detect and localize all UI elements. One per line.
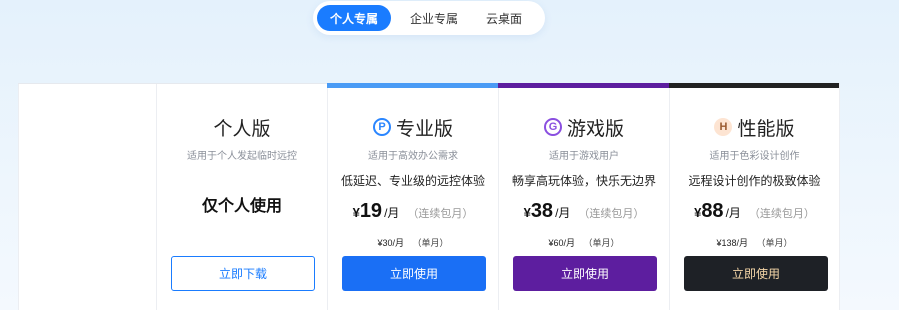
price-value: 88 <box>701 200 724 222</box>
single-month-price: ¥60/月 （单月） <box>548 236 619 249</box>
single-price: ¥138/月 <box>716 238 748 248</box>
plan-title: G 游戏版 <box>543 114 624 140</box>
price-currency: ¥ <box>694 205 702 220</box>
single-price: ¥30/月 <box>377 238 404 248</box>
buy-performance-button[interactable]: 立即使用 <box>684 256 828 291</box>
pro-badge-icon: P <box>372 118 391 136</box>
plan-subtitle: 适用于个人发起临时远控 <box>187 151 297 162</box>
single-note: （单月） <box>756 238 793 248</box>
plan-description: 低延迟、专业级的远控体验 <box>340 174 485 188</box>
plan-accent-bar <box>669 83 839 88</box>
price-currency: ¥ <box>352 205 360 220</box>
plan-usage-note: 仅个人使用 <box>201 198 282 215</box>
single-note: （单月） <box>583 238 620 248</box>
price-row: ¥ 38 /月 （连续包月） <box>524 200 645 226</box>
download-button[interactable]: 立即下载 <box>171 256 315 291</box>
price-value: 19 <box>359 200 383 222</box>
plan-title: 个人版 <box>213 114 270 140</box>
price-note: （连续包月） <box>578 208 645 220</box>
price-unit: /月 <box>725 206 741 220</box>
edition-tab-switcher: 个人专属 企业专属 云桌面 <box>313 1 545 35</box>
game-badge-icon: G <box>543 118 562 136</box>
plan-description: 远程设计创作的极致体验 <box>688 174 821 188</box>
plan-title-text: 游戏版 <box>566 118 624 140</box>
price-row: ¥ 19 /月 （连续包月） <box>353 200 474 226</box>
buy-pro-button[interactable]: 立即使用 <box>342 256 486 291</box>
plan-subtitle: 适用于游戏用户 <box>549 151 619 162</box>
plan-title-text: 个人版 <box>213 118 271 140</box>
single-price: ¥60/月 <box>548 238 575 248</box>
plan-subtitle: 适用于高效办公需求 <box>368 151 458 162</box>
performance-badge-icon: H <box>714 118 733 136</box>
plan-title-text: 性能版 <box>737 118 795 140</box>
plan-card-game: G 游戏版 适用于游戏用户 畅享高玩体验，快乐无边界 ¥ 38 /月 （连续包月… <box>498 83 669 310</box>
plan-subtitle: 适用于色彩设计创作 <box>709 151 800 162</box>
price-unit: /月 <box>555 206 571 220</box>
plan-title-text: 专业版 <box>395 118 453 140</box>
tab-enterprise[interactable]: 企业专属 <box>397 5 471 31</box>
single-month-price: ¥30/月 （单月） <box>377 236 448 249</box>
feature-label-column <box>18 84 156 310</box>
plan-card-personal: 个人版 适用于个人发起临时远控 仅个人使用 立即下载 <box>156 84 327 310</box>
pricing-table: 个人版 适用于个人发起临时远控 仅个人使用 立即下载 P 专业版 适用于高效办公… <box>18 83 840 310</box>
buy-game-button[interactable]: 立即使用 <box>513 256 657 291</box>
price-value: 38 <box>530 200 554 222</box>
tab-personal[interactable]: 个人专属 <box>317 5 391 31</box>
price-note: （连续包月） <box>748 208 815 220</box>
plan-title: P 专业版 <box>372 114 453 140</box>
plan-card-performance: H 性能版 适用于色彩设计创作 远程设计创作的极致体验 ¥ 88 /月 （连续包… <box>669 83 840 310</box>
plan-accent-bar <box>498 83 669 88</box>
plan-title: H 性能版 <box>714 114 795 140</box>
price-note: （连续包月） <box>407 208 474 220</box>
tab-cloud-desktop[interactable]: 云桌面 <box>471 5 537 31</box>
single-month-price: ¥138/月 （单月） <box>716 236 792 249</box>
single-note: （单月） <box>412 238 449 248</box>
plan-accent-bar <box>327 83 498 88</box>
price-row: ¥ 88 /月 （连续包月） <box>694 200 815 226</box>
plan-description: 畅享高玩体验，快乐无边界 <box>511 174 656 188</box>
price-unit: /月 <box>384 206 400 220</box>
plan-card-pro: P 专业版 适用于高效办公需求 低延迟、专业级的远控体验 ¥ 19 /月 （连续… <box>327 83 498 310</box>
price-currency: ¥ <box>523 205 531 220</box>
